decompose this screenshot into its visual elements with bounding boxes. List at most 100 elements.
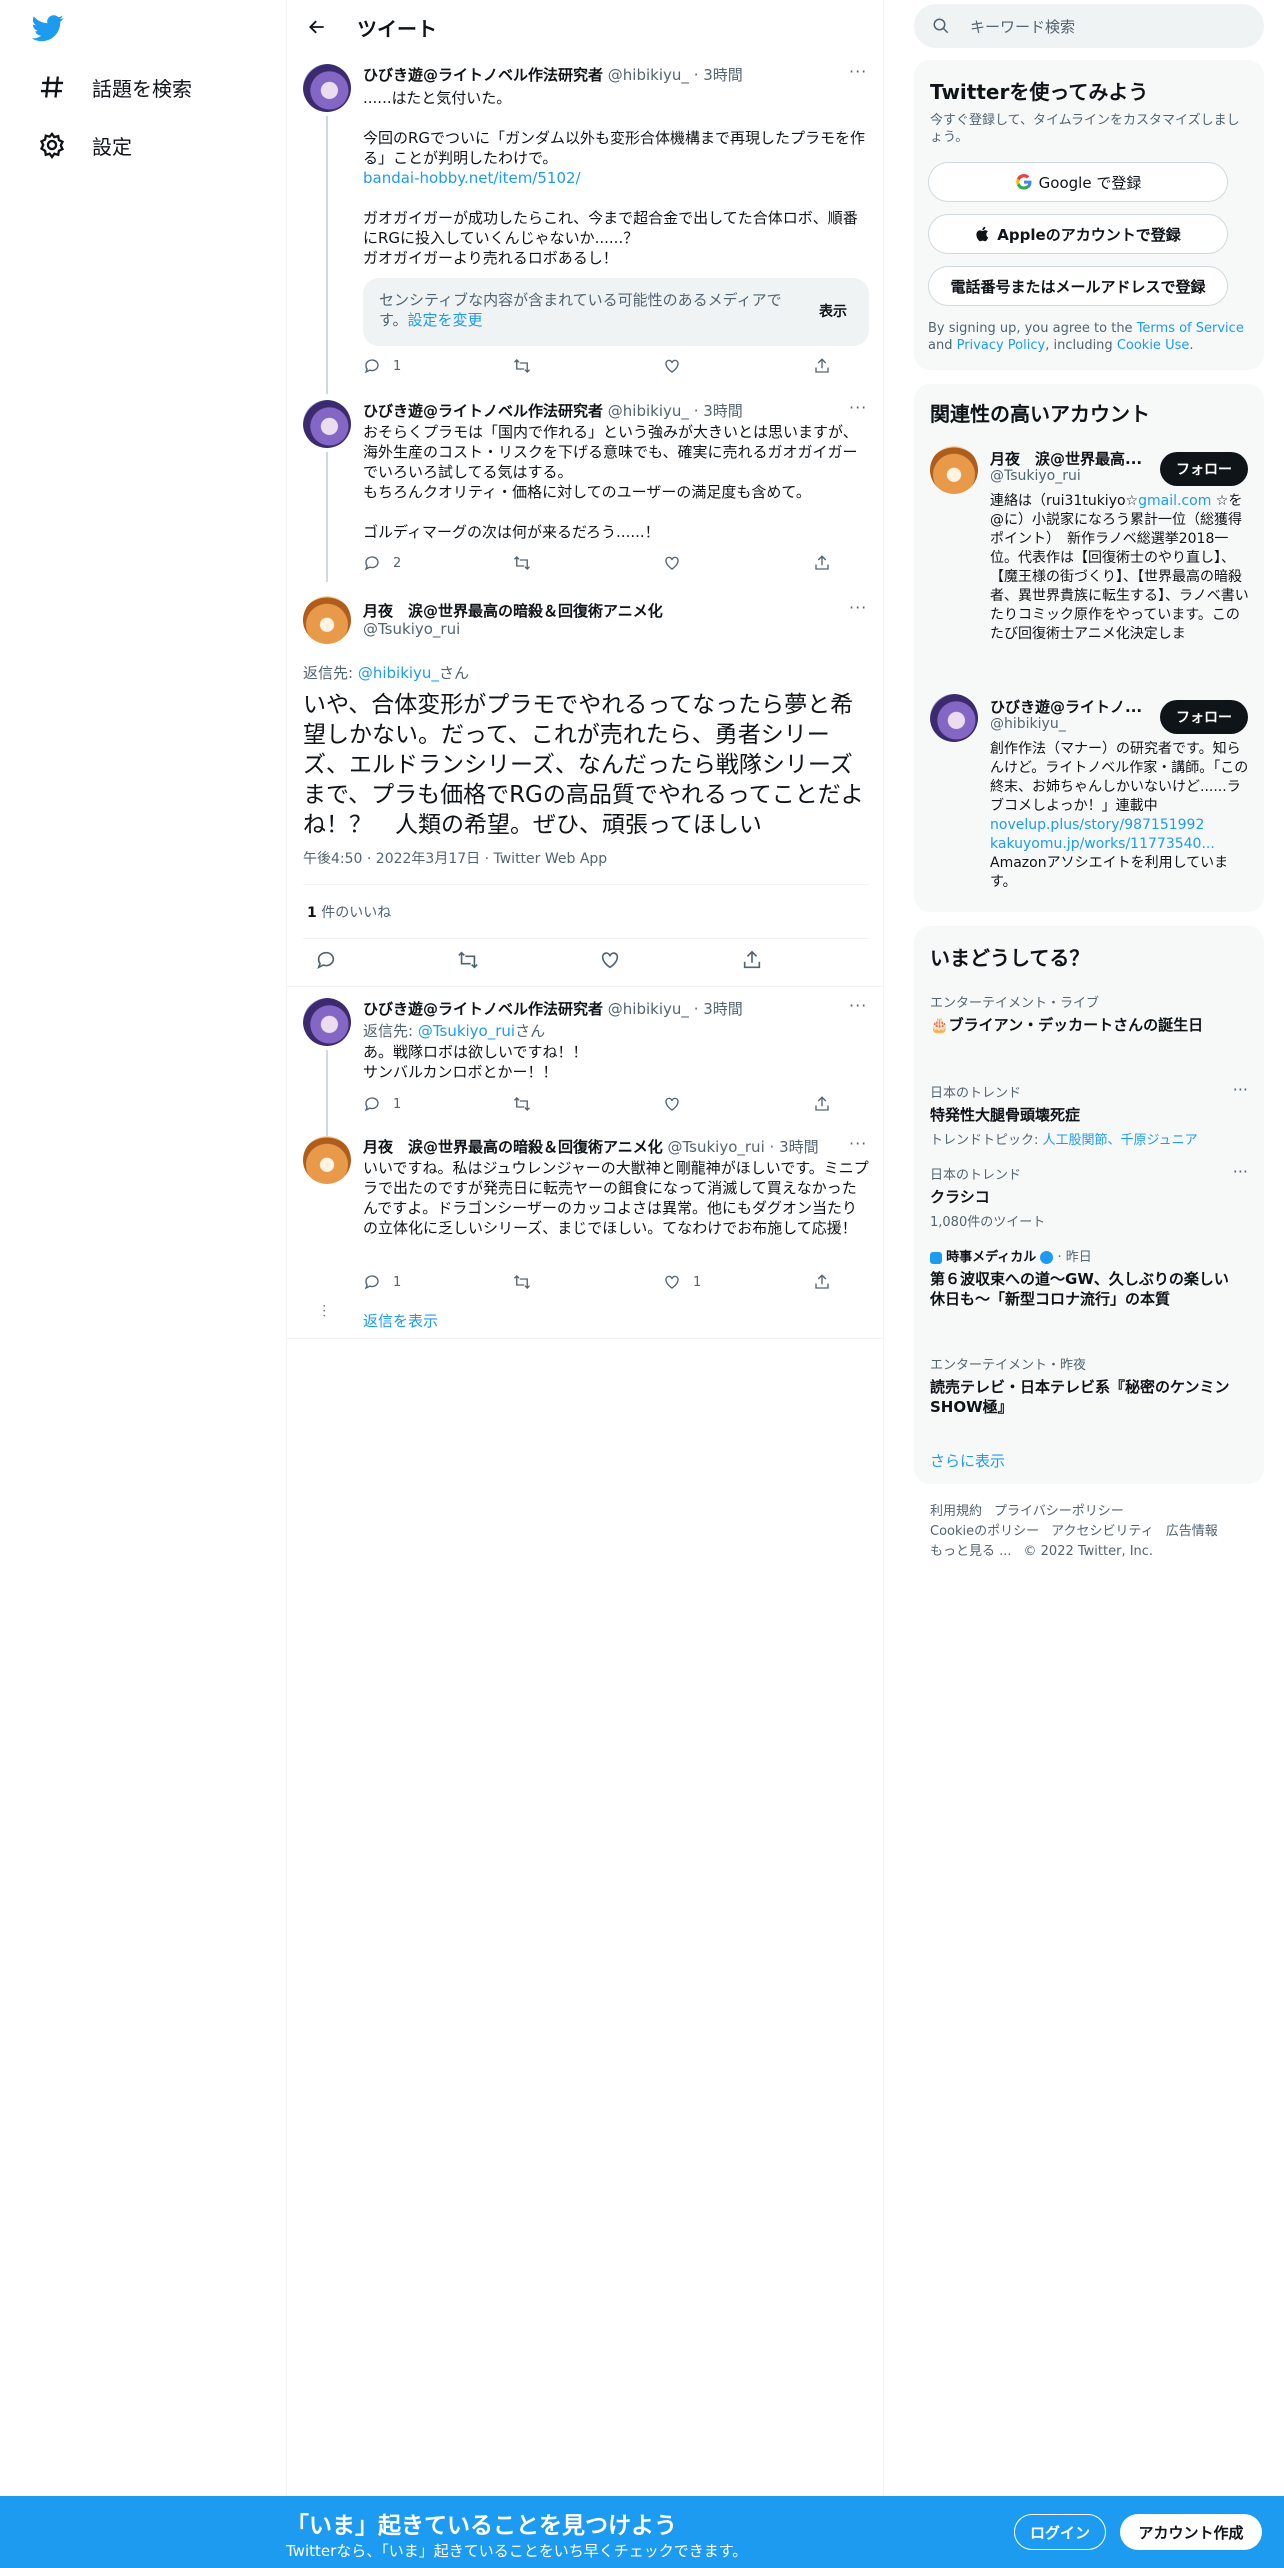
like-button[interactable]: 1 <box>663 1273 813 1291</box>
reply-to-handle[interactable]: @Tsukiyo_rui <box>418 1022 515 1040</box>
retweet-button[interactable] <box>513 357 663 375</box>
back-button[interactable] <box>299 9 335 45</box>
like-button[interactable] <box>599 949 741 971</box>
follow-button[interactable]: フォロー <box>1160 452 1248 486</box>
reply-count: 1 <box>393 358 402 374</box>
tweet-time[interactable]: · 3時間 <box>694 1000 743 1018</box>
trend-item[interactable]: 日本のトレンド 特発性大腿骨頭壊死症 トレンドトピック: 人工股関節、千原ジュニ… <box>930 1082 1240 1148</box>
author-name[interactable]: ひびき遊@ライトノベル作法研究者 <box>363 1000 603 1018</box>
avatar[interactable] <box>303 1136 351 1184</box>
bio-link[interactable]: gmail.com <box>1138 493 1211 509</box>
trend-item[interactable]: エンターテイメント・ライブ 🎂ブライアン・デッカートさんの誕生日 <box>930 992 1240 1035</box>
footer-accessibility[interactable]: アクセシビリティ <box>1051 1524 1154 1539</box>
trend-item[interactable]: 日本のトレンド クラシコ 1,080件のツイート <box>930 1164 1240 1230</box>
search-bar[interactable]: キーワード検索 <box>914 4 1264 48</box>
show-more-link[interactable]: さらに表示 <box>930 1450 1005 1471</box>
like-button[interactable] <box>663 357 813 375</box>
trend-item[interactable]: 時事メディカル · 昨日 第６波収束への道～GW、久しぶりの楽しい休日も～「新型… <box>930 1246 1240 1309</box>
avatar[interactable] <box>303 64 351 112</box>
reply-button[interactable]: 1 <box>363 1095 513 1113</box>
reply-button[interactable] <box>315 949 457 971</box>
login-button[interactable]: ログイン <box>1014 2514 1106 2550</box>
tweet-text: いいですね。私はジュウレンジャーの大獣神と剛龍神がほしいです。ミニプラで出たので… <box>363 1159 869 1237</box>
avatar[interactable] <box>303 998 351 1046</box>
trends-card: いまどうしてる？ エンターテイメント・ライブ 🎂ブライアン・デッカートさんの誕生… <box>914 926 1264 1484</box>
footer-ads[interactable]: 広告情報 <box>1166 1524 1218 1539</box>
left-nav: 話題を検索 設定 <box>0 0 286 2496</box>
thread-line <box>326 1050 328 1136</box>
share-button[interactable] <box>741 949 883 971</box>
avatar[interactable] <box>930 694 978 742</box>
reply-button[interactable]: 2 <box>363 554 513 572</box>
avatar[interactable] <box>303 596 351 644</box>
footer-more[interactable]: もっと見る ... <box>930 1544 1012 1559</box>
tweet-time[interactable]: · 3時間 <box>694 66 743 84</box>
more-options-button[interactable]: ··· <box>849 996 867 1015</box>
tweet-time[interactable]: · 3時間 <box>770 1138 819 1156</box>
apple-signup-button[interactable]: Appleのアカウントで登録 <box>928 214 1228 254</box>
footer-privacy[interactable]: プライバシーポリシー <box>994 1504 1124 1519</box>
author-name[interactable]: 月夜 涙@世界最高の暗殺＆回復術アニメ化 <box>363 1138 663 1156</box>
likes-label: 件のいいね <box>321 905 392 921</box>
nav-settings[interactable]: 設定 <box>26 117 144 173</box>
author-name[interactable]: ひびき遊@ライトノベル作法研究者 <box>363 66 603 84</box>
like-button[interactable] <box>663 554 813 572</box>
trend-more-button[interactable]: ··· <box>1233 1080 1248 1099</box>
nav-explore[interactable]: 話題を検索 <box>26 59 204 115</box>
reply-count: 1 <box>393 1096 402 1112</box>
reply-button[interactable]: 1 <box>363 1273 513 1291</box>
account-handle[interactable]: @hibikiyu_ <box>990 716 1066 732</box>
author-name[interactable]: ひびき遊@ライトノベル作法研究者 <box>363 402 603 420</box>
retweet-button[interactable] <box>513 1095 663 1113</box>
footer: 利用規約 プライバシーポリシー Cookieのポリシー アクセシビリティ 広告情報 も… <box>930 1502 1250 1562</box>
privacy-link[interactable]: Privacy Policy <box>957 338 1046 353</box>
reply-button[interactable]: 1 <box>363 357 513 375</box>
signup-button[interactable]: アカウント作成 <box>1120 2514 1262 2550</box>
tweet-timestamp[interactable]: 午後4:50 · 2022年3月17日 · Twitter Web App <box>303 848 607 868</box>
trend-item[interactable]: エンターテイメント・昨夜 読売テレビ・日本テレビ系『秘密のケンミンSHOW極』 <box>930 1354 1240 1417</box>
more-options-button[interactable]: ··· <box>849 62 867 81</box>
retweet-button[interactable] <box>513 554 663 572</box>
like-button[interactable] <box>663 1095 813 1113</box>
more-options-button[interactable]: ··· <box>849 398 867 417</box>
terms-link[interactable]: Terms of Service <box>1137 321 1244 336</box>
account-handle[interactable]: @Tsukiyo_rui <box>990 468 1081 484</box>
phone-email-signup-button[interactable]: 電話番号またはメールアドレスで登録 <box>928 266 1228 306</box>
retweet-button[interactable] <box>513 1273 663 1291</box>
trend-topic-link[interactable]: 人工股関節、千原ジュニア <box>1043 1133 1198 1148</box>
tweet-actions: 1 <box>363 356 963 376</box>
more-options-button[interactable]: ··· <box>849 598 867 617</box>
tweet-time[interactable]: · 3時間 <box>694 402 743 420</box>
bio-link[interactable]: novelup.plus/story/987151992 <box>990 817 1204 833</box>
more-options-button[interactable]: ··· <box>849 1134 867 1153</box>
show-replies-link[interactable]: 返信を表示 <box>363 1310 438 1331</box>
footer-cookie[interactable]: Cookieのポリシー <box>930 1524 1039 1539</box>
avatar[interactable] <box>303 400 351 448</box>
account-name[interactable]: 月夜 涙@世界最高... <box>990 448 1142 469</box>
tweet-link[interactable]: bandai-hobby.net/item/5102/ <box>363 169 581 187</box>
thread-line <box>326 116 328 394</box>
twitter-bird-logo-icon[interactable] <box>30 12 66 44</box>
reply-to-handle[interactable]: @hibikiyu_ <box>358 664 439 682</box>
author-handle[interactable]: @hibikiyu_ <box>608 1000 689 1018</box>
author-handle[interactable]: @hibikiyu_ <box>608 66 689 84</box>
account-name[interactable]: ひびき遊@ライトノ... <box>990 696 1142 717</box>
tweet-header: ひびき遊@ライトノベル作法研究者 @hibikiyu_ · 3時間 <box>363 400 743 421</box>
retweet-button[interactable] <box>457 949 599 971</box>
avatar[interactable] <box>930 446 978 494</box>
likes-summary[interactable]: 1 件のいいね <box>307 902 391 922</box>
change-settings-link[interactable]: 設定を変更 <box>408 311 483 329</box>
cookie-link[interactable]: Cookie Use <box>1117 338 1190 353</box>
author-handle[interactable]: @hibikiyu_ <box>608 402 689 420</box>
bio-link[interactable]: kakuyomu.jp/works/11773540... <box>990 836 1215 852</box>
trend-more-button[interactable]: ··· <box>1233 1162 1248 1181</box>
show-media-button[interactable]: 表示 <box>819 302 847 322</box>
search-input[interactable]: キーワード検索 <box>970 16 1075 37</box>
follow-button[interactable]: フォロー <box>1160 700 1248 734</box>
google-signup-button[interactable]: Google で登録 <box>928 162 1228 202</box>
footer-terms[interactable]: 利用規約 <box>930 1504 982 1519</box>
author-name[interactable]: 月夜 涙@世界最高の暗殺＆回復術アニメ化 <box>363 602 663 620</box>
author-handle[interactable]: @Tsukiyo_rui <box>363 620 460 638</box>
bio-text: 創作作法（マナー）の研究者です。知らんけど。ライトノベル作家・講師。「この終末、… <box>990 741 1249 814</box>
author-handle[interactable]: @Tsukiyo_rui <box>667 1138 764 1156</box>
